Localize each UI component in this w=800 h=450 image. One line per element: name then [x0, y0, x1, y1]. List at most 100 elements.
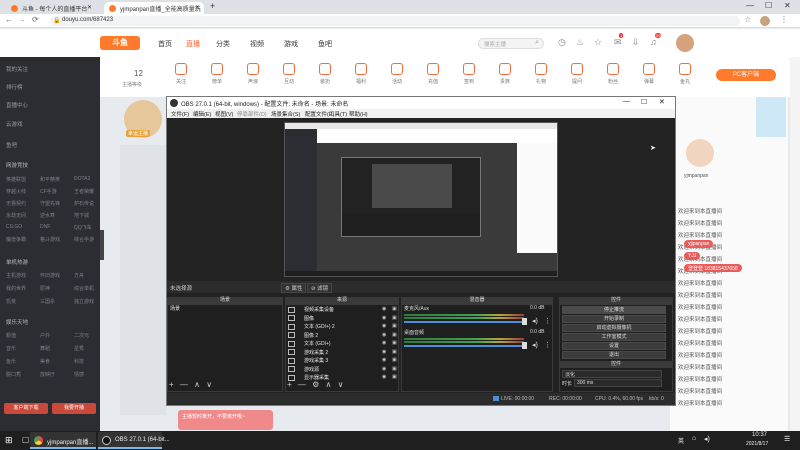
volume-slider-handle[interactable]	[522, 318, 527, 325]
download-icon[interactable]: ⇩	[632, 37, 640, 48]
sidebar-game[interactable]: 格斗游戏	[40, 236, 60, 243]
search-icon[interactable]: ⌕	[535, 39, 539, 47]
minimize-button[interactable]: —	[746, 1, 754, 10]
visibility-eye-icon[interactable]: ◉	[382, 366, 386, 372]
sidebar-game[interactable]: 舞蹈	[40, 345, 50, 352]
menu-file[interactable]: 文件(F)	[171, 110, 189, 118]
visibility-eye-icon[interactable]: ◉	[382, 340, 386, 346]
sidebar-item-yuba[interactable]: 鱼吧	[6, 141, 17, 149]
windows-start-icon[interactable]: ⊞	[5, 435, 13, 446]
source-item[interactable]: 视频采集设备	[304, 306, 334, 313]
douyu-logo[interactable]: 斗鱼	[100, 36, 140, 50]
back-arrow-icon[interactable]: ←	[5, 15, 13, 24]
close-tab-icon[interactable]: ✕	[87, 4, 92, 11]
browser-tab[interactable]: 斗鱼 - 每个人的直播平台 ✕	[6, 2, 96, 14]
scene-down-button[interactable]: ∨	[206, 380, 212, 389]
browser-tab-active[interactable]: yjmpanpan直播_全能高质量玩 ✕	[104, 2, 204, 14]
remove-scene-button[interactable]: —	[180, 380, 188, 389]
maximize-button[interactable]: ☐	[641, 98, 647, 106]
sidebar-game[interactable]: 二次元	[74, 332, 89, 339]
clock-date[interactable]: 2021/8/17	[746, 441, 768, 447]
maximize-button[interactable]: ☐	[765, 1, 772, 10]
visibility-eye-icon[interactable]: ◉	[382, 306, 386, 312]
exit-button[interactable]: 退出	[562, 351, 666, 359]
nav-live[interactable]: 直播	[186, 39, 200, 49]
add-source-button[interactable]: +	[287, 380, 292, 389]
speaker-icon[interactable]: ◂)	[532, 341, 538, 349]
duration-input[interactable]: 300 ms	[574, 379, 662, 387]
properties-button[interactable]: ⚙ 属性	[281, 283, 307, 293]
feature-strip-item[interactable]: 粉丝	[594, 63, 632, 85]
lock-icon[interactable]: ▣	[392, 323, 397, 329]
feature-strip-item[interactable]: 活动	[378, 63, 416, 85]
menu-tools[interactable]: 工具(T)	[329, 110, 347, 118]
nav-category[interactable]: 分类	[216, 39, 230, 49]
sidebar-game[interactable]: 三国杀	[40, 298, 55, 305]
sidebar-game[interactable]: 主机游戏	[6, 272, 26, 279]
feature-strip-item[interactable]: 声浪	[234, 63, 272, 85]
menu-edit[interactable]: 编辑(E)	[193, 110, 211, 118]
sidebar-game[interactable]: CF手游	[40, 188, 57, 195]
new-tab-button[interactable]: +	[210, 1, 215, 11]
close-tab-icon[interactable]: ✕	[195, 4, 200, 11]
search-input[interactable]: 搜索主播	[484, 40, 506, 48]
promo-banner[interactable]	[756, 97, 786, 137]
sidebar-game[interactable]: 放映厅	[40, 371, 55, 378]
menu-docks[interactable]: 停靠部件(D)	[237, 110, 267, 118]
scene-item[interactable]: 场景	[170, 305, 180, 312]
sidebar-game[interactable]: 科技	[74, 358, 84, 365]
source-item[interactable]: 文本 (GDI+)	[304, 340, 331, 347]
sidebar-game[interactable]: 我的世界	[6, 285, 26, 292]
remove-source-button[interactable]: —	[298, 380, 306, 389]
feature-strip-item[interactable]: 装扮	[306, 63, 344, 85]
sidebar-game[interactable]: 综合单机	[74, 285, 94, 292]
source-item[interactable]: 游戏源	[304, 366, 319, 373]
sidebar-game[interactable]: 魔兽争霸	[6, 236, 26, 243]
history-icon[interactable]: ◷	[558, 37, 566, 48]
lock-icon[interactable]: ▣	[392, 357, 397, 363]
feature-strip-item[interactable]: 充值	[414, 63, 452, 85]
sidebar-game[interactable]: 永劫无间	[6, 212, 26, 219]
sidebar-game[interactable]: 脱口秀	[6, 371, 21, 378]
fire-icon[interactable]: ♨	[576, 37, 584, 48]
volume-slider-handle[interactable]	[522, 342, 527, 349]
feature-strip-item[interactable]: 贵族	[486, 63, 524, 85]
sidebar-game[interactable]: 守望先锋	[40, 200, 60, 207]
sidebar-game[interactable]: 王者荣耀	[74, 188, 94, 195]
sidebar-game[interactable]: 无畏契约	[6, 200, 26, 207]
taskbar-item-obs[interactable]: OBS 27.0.1 (64-bit...	[98, 432, 170, 449]
visibility-eye-icon[interactable]: ◉	[382, 332, 386, 338]
feature-strip-item[interactable]: 榜单	[198, 63, 236, 85]
sidebar-game[interactable]: 原神	[40, 285, 50, 292]
lock-icon[interactable]: ▣	[392, 315, 397, 321]
feature-strip-item[interactable]: 互动	[270, 63, 308, 85]
sidebar-game[interactable]: DNF	[40, 224, 50, 230]
page-scrollbar[interactable]	[790, 57, 800, 431]
source-item[interactable]: 图像	[304, 315, 314, 322]
menu-kebab-icon[interactable]: ⋮	[780, 15, 788, 24]
sidebar-game[interactable]: 方舟	[74, 272, 84, 279]
source-up-button[interactable]: ∧	[326, 380, 332, 389]
sidebar-game[interactable]: 独立游戏	[74, 298, 94, 305]
sidebar-item-rank[interactable]: 排行榜	[6, 83, 23, 91]
feature-strip-item[interactable]: 鱼丸	[666, 63, 704, 85]
nav-home[interactable]: 首页	[158, 39, 172, 49]
start-recording-button[interactable]: 开始录制	[562, 315, 666, 323]
volume-slider[interactable]	[404, 345, 522, 347]
sidebar-game[interactable]: 饥荒	[6, 298, 16, 305]
sidebar-game[interactable]: 美食	[40, 358, 50, 365]
gear-icon[interactable]: ⋮	[544, 317, 551, 325]
feature-strip-item[interactable]: 弹幕	[630, 63, 668, 85]
menu-scene-collection[interactable]: 场景集合(S)	[271, 110, 300, 118]
visibility-eye-icon[interactable]: ◉	[382, 323, 386, 329]
bell-icon[interactable]: ♫	[650, 37, 657, 47]
visibility-eye-icon[interactable]: ◉	[382, 357, 386, 363]
sidebar-game[interactable]: 穿越火线	[6, 188, 26, 195]
feature-strip-item[interactable]: 礼物	[522, 63, 560, 85]
gear-icon[interactable]: ⚙	[312, 380, 319, 389]
star-icon[interactable]: ☆	[594, 37, 602, 48]
source-item[interactable]: 游戏采集 2	[304, 349, 328, 356]
sidebar-game[interactable]: 星秀	[74, 345, 84, 352]
sidebar-game[interactable]: 怀旧游戏	[40, 272, 60, 279]
user-avatar[interactable]	[676, 34, 694, 52]
